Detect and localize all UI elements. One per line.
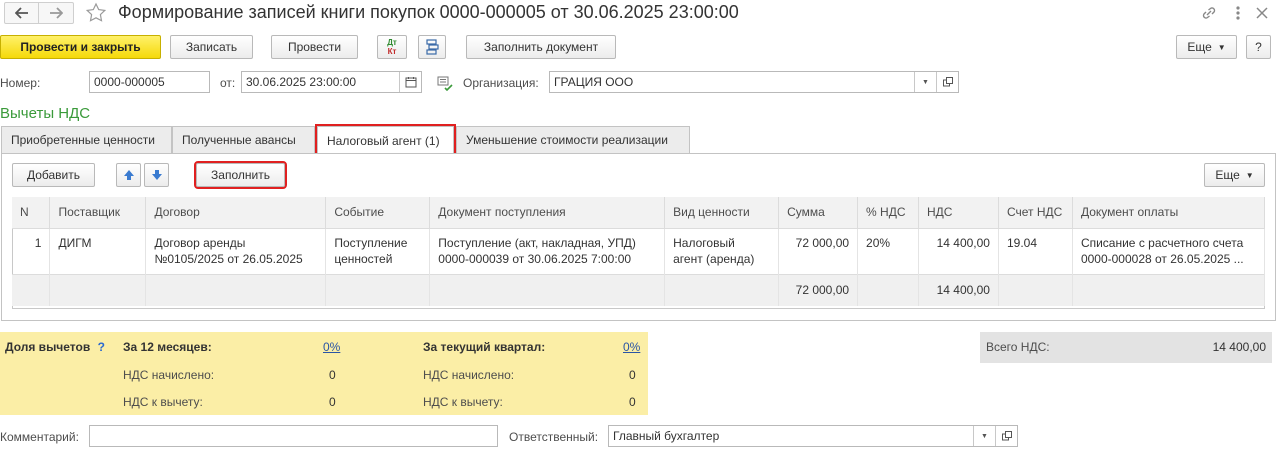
page-title: Формирование записей книги покупок 0000-… — [118, 2, 739, 22]
table-totals-row: 72 000,00 14 400,00 — [12, 273, 1266, 306]
fill-button[interactable]: Заполнить — [194, 161, 287, 189]
total-vat: 14 400,00 — [918, 273, 999, 306]
structure-icon — [426, 39, 439, 55]
date-field[interactable]: 30.06.2025 23:00:00 — [241, 71, 422, 93]
col-event[interactable]: Событие — [325, 197, 431, 229]
m12-deduct-label: НДС к вычету: — [123, 395, 203, 409]
save-button[interactable]: Записать — [170, 35, 253, 59]
dt-kt-icon: Дт Кт — [387, 38, 397, 56]
arrow-up-icon — [123, 170, 134, 180]
months12-label: За 12 месяцев: — [123, 340, 212, 354]
link-icon[interactable] — [1200, 4, 1218, 22]
post-and-close-button[interactable]: Провести и закрыть — [0, 35, 161, 59]
q-deduct-value: 0 — [629, 395, 636, 409]
cell-sum: 72 000,00 — [778, 228, 859, 274]
share-label: Доля вычетов ? — [5, 340, 105, 354]
cell-n: 1 — [12, 228, 51, 274]
back-arrow-icon[interactable] — [5, 3, 39, 23]
q-accrued-label: НДС начислено: — [423, 368, 515, 382]
number-label: Номер: — [0, 76, 41, 90]
col-supplier[interactable]: Поставщик — [49, 197, 147, 229]
q-deduct-label: НДС к вычету: — [423, 395, 503, 409]
months12-link[interactable]: 0% — [323, 340, 340, 354]
help-button[interactable]: ? — [1246, 35, 1271, 59]
section-title: Вычеты НДС — [0, 105, 91, 122]
number-field[interactable]: 0000-000005 — [89, 71, 210, 93]
col-sum[interactable]: Сумма — [778, 197, 859, 229]
col-n[interactable]: N — [12, 197, 51, 229]
m12-deduct-value: 0 — [329, 395, 336, 409]
edit-note-icon[interactable] — [437, 75, 453, 92]
tab-acquired-values[interactable]: Приобретенные ценности — [1, 126, 172, 153]
help-icon[interactable]: ? — [98, 340, 105, 354]
tab-tax-agent[interactable]: Налоговый агент (1) — [315, 124, 456, 156]
cell-event: Поступление ценностей — [325, 228, 431, 274]
col-payment-doc[interactable]: Документ оплаты — [1072, 197, 1266, 229]
calendar-icon[interactable] — [399, 72, 421, 92]
grid-more-button[interactable]: Еще ▼ — [1204, 163, 1265, 187]
col-contract[interactable]: Договор — [145, 197, 327, 229]
structure-button[interactable] — [418, 35, 446, 59]
dt-kt-button[interactable]: Дт Кт — [377, 35, 407, 59]
dropdown-arrow-icon[interactable]: ▼ — [973, 426, 995, 446]
col-value-kind[interactable]: Вид ценности — [664, 197, 780, 229]
more-button[interactable]: Еще ▼ — [1176, 35, 1237, 59]
close-icon[interactable] — [1254, 4, 1270, 22]
open-form-icon[interactable] — [995, 426, 1017, 446]
cell-payment-doc: Списание с расчетного счета 0000-000028 о… — [1072, 228, 1266, 274]
quarter-link[interactable]: 0% — [623, 340, 640, 354]
arrow-down-icon — [151, 170, 162, 180]
nav-back-forward — [4, 2, 74, 24]
cell-vat: 14 400,00 — [918, 228, 999, 274]
cell-value-kind: Налоговый агент (аренда) — [664, 228, 780, 274]
post-button[interactable]: Провести — [271, 35, 358, 59]
cell-supplier: ДИГМ — [49, 228, 147, 274]
dropdown-arrow-icon[interactable]: ▼ — [914, 72, 936, 92]
tax-agent-table: N Поставщик Договор Событие Документ пос… — [12, 197, 1266, 306]
cell-contract: Договор аренды №0105/2025 от 26.05.2025 — [145, 228, 327, 274]
move-down-button[interactable] — [144, 163, 169, 187]
col-vat-rate[interactable]: % НДС — [857, 197, 920, 229]
add-button[interactable]: Добавить — [12, 163, 95, 187]
col-vat-account[interactable]: Счет НДС — [998, 197, 1073, 229]
col-receipt-doc[interactable]: Документ поступления — [429, 197, 666, 229]
cell-receipt-doc: Поступление (акт, накладная, УПД) 0000-00… — [429, 228, 666, 274]
quarter-label: За текущий квартал: — [423, 340, 546, 354]
comment-label: Комментарий: — [0, 430, 79, 444]
organization-field[interactable]: ГРАЦИЯ ООО ▼ — [549, 71, 959, 93]
cell-vat-account: 19.04 — [998, 228, 1073, 274]
table-row[interactable]: 1 ДИГМ Договор аренды №0105/2025 от 26.05… — [12, 228, 1266, 274]
open-form-icon[interactable] — [936, 72, 958, 92]
fill-document-button[interactable]: Заполнить документ — [466, 35, 616, 59]
chevron-down-icon: ▼ — [1245, 170, 1254, 180]
total-sum: 72 000,00 — [778, 273, 859, 306]
forward-arrow-icon[interactable] — [39, 3, 73, 23]
table-header-row: N Поставщик Договор Событие Документ пос… — [12, 197, 1266, 229]
m12-accrued-value: 0 — [329, 368, 336, 382]
col-vat[interactable]: НДС — [918, 197, 999, 229]
menu-dots-icon[interactable] — [1232, 4, 1244, 22]
q-accrued-value: 0 — [629, 368, 636, 382]
responsible-field[interactable]: Главный бухгалтер ▼ — [608, 425, 1018, 447]
cell-vat-rate: 20% — [857, 228, 920, 274]
tab-cost-reduction[interactable]: Уменьшение стоимости реализации — [456, 126, 690, 153]
organization-label: Организация: — [463, 76, 539, 90]
move-up-button[interactable] — [116, 163, 141, 187]
date-label: от: — [220, 76, 236, 90]
m12-accrued-label: НДС начислено: — [123, 368, 215, 382]
responsible-label: Ответственный: — [509, 430, 599, 444]
total-vat-label: Всего НДС: — [986, 340, 1050, 354]
total-vat-value: 14 400,00 — [1212, 340, 1266, 354]
chevron-down-icon: ▼ — [1217, 42, 1226, 52]
favorite-star-icon[interactable] — [85, 2, 107, 24]
comment-field[interactable] — [89, 425, 498, 447]
tab-received-advances[interactable]: Полученные авансы — [172, 126, 315, 153]
